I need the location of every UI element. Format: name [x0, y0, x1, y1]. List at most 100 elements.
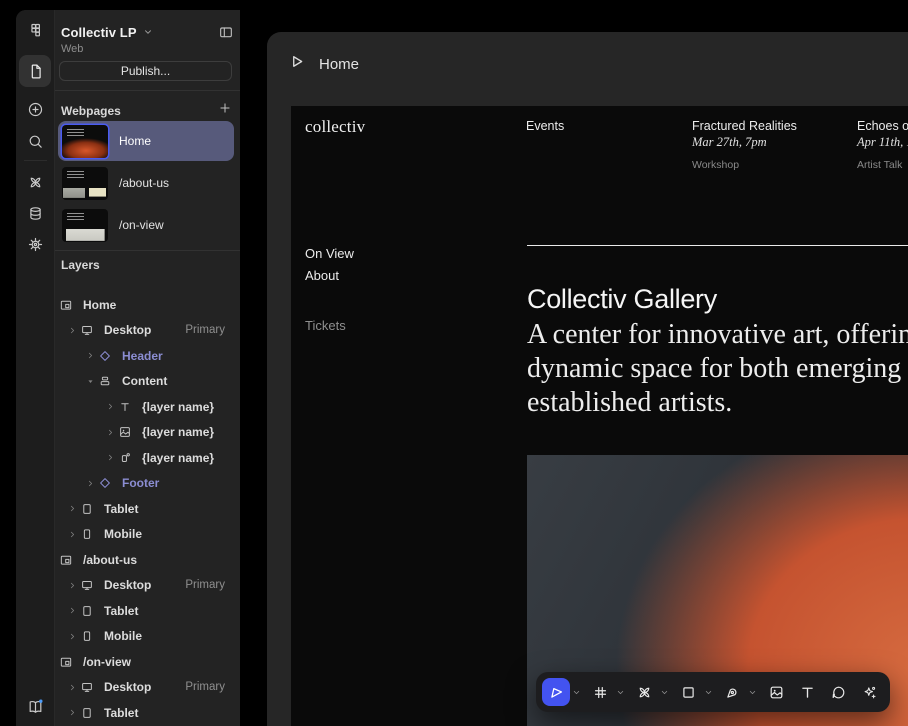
layer-row-mobile[interactable]: Mobile — [55, 522, 240, 548]
layer-row-tablet[interactable]: Tablet — [55, 598, 240, 624]
page-thumbnail[interactable] — [62, 209, 108, 242]
layer-row-desktop[interactable]: DesktopPrimary — [55, 573, 240, 599]
chevron-right-icon[interactable] — [83, 479, 97, 488]
chevron-right-icon[interactable] — [65, 504, 79, 513]
expand-triangle-icon[interactable] — [83, 377, 97, 386]
select-tool-menu-chevron[interactable] — [570, 688, 583, 697]
frame-icon — [592, 684, 609, 701]
shape-tool-button[interactable] — [674, 678, 702, 706]
layer-row-footer[interactable]: Footer — [55, 471, 240, 497]
layer-label: Mobile — [104, 629, 142, 643]
layer-label: Home — [83, 298, 116, 312]
cms-button[interactable] — [19, 197, 51, 229]
canvas[interactable]: Home collectiv Events Fractured Realitie… — [267, 32, 908, 726]
learn-updates-button[interactable] — [19, 690, 51, 722]
layers-title: Layers — [61, 258, 100, 272]
layer-label: Tablet — [104, 706, 138, 720]
canvas-page-header: Home — [287, 50, 359, 78]
ticker-layer-icon — [117, 451, 133, 465]
chevron-right-icon[interactable] — [65, 326, 79, 335]
page-thumbnail[interactable] — [62, 167, 108, 200]
page-thumbnail[interactable] — [62, 125, 108, 158]
draw-tool-menu-chevron[interactable] — [746, 688, 759, 697]
shape-tool-menu-chevron[interactable] — [702, 688, 715, 697]
comment-icon — [830, 684, 847, 701]
plugins-icon — [636, 684, 653, 701]
webpage-row-about-us[interactable]: /about-us — [58, 163, 234, 203]
site-heading: Collectiv Gallery — [527, 284, 717, 315]
layer-row-on-view[interactable]: /on-view — [55, 649, 240, 675]
chevron-right-icon[interactable] — [103, 402, 117, 411]
chevron-right-icon[interactable] — [103, 428, 117, 437]
layer-row-tablet[interactable]: Tablet — [55, 496, 240, 522]
draw-tool-button[interactable] — [718, 678, 746, 706]
layer-row-home[interactable]: Home — [55, 292, 240, 318]
layer-row-content[interactable]: Content — [55, 369, 240, 395]
play-icon — [287, 52, 306, 76]
project-header: Collectiv LP Web — [61, 24, 234, 55]
chevron-right-icon[interactable] — [65, 708, 79, 717]
layer-row-layer-name[interactable]: {layer name} — [55, 445, 240, 471]
frame-tool-menu-chevron[interactable] — [614, 688, 627, 697]
project-platform: Web — [61, 43, 234, 55]
layer-row-desktop[interactable]: Desktop Primary — [55, 675, 240, 701]
chevron-right-icon[interactable] — [65, 632, 79, 641]
layer-row-layer-name[interactable]: {layer name} — [55, 420, 240, 446]
site-nav-on-view[interactable]: On View — [305, 242, 354, 264]
desktop-icon — [79, 680, 95, 694]
tablet-icon — [79, 604, 95, 618]
webpage-row-home[interactable]: Home — [58, 121, 234, 161]
tablet-icon — [79, 502, 95, 516]
ai-tool-button[interactable] — [855, 678, 883, 706]
framer-logo-icon[interactable] — [19, 14, 51, 46]
layer-row-tablet[interactable]: Tablet — [55, 700, 240, 726]
layer-row-layer-name[interactable]: {layer name} — [55, 394, 240, 420]
comment-tool-button[interactable] — [824, 678, 852, 706]
publish-button[interactable]: Publish... — [59, 61, 232, 81]
plus-icon — [218, 101, 232, 120]
chevron-right-icon[interactable] — [65, 581, 79, 590]
component-icon — [97, 349, 113, 363]
webpages-list: Home/about-us/on-view — [58, 121, 234, 247]
layer-row-mobile[interactable]: Mobile — [55, 624, 240, 650]
layer-label: Desktop — [104, 680, 151, 694]
sidebar-toggle-icon[interactable] — [218, 24, 234, 40]
component-icon — [97, 476, 113, 490]
layer-row-desktop[interactable]: DesktopPrimary — [55, 318, 240, 344]
settings-button[interactable] — [19, 228, 51, 260]
search-button[interactable] — [19, 125, 51, 157]
frame-tool-button[interactable] — [586, 678, 614, 706]
webpage-icon — [58, 298, 74, 312]
site-description: A center for innovative art, offeringdyn… — [527, 318, 908, 420]
layer-label: Header — [122, 349, 163, 363]
media-tool-button[interactable] — [762, 678, 790, 706]
preview-play-button[interactable] — [287, 52, 306, 76]
primary-badge: Primary — [185, 681, 225, 693]
project-name[interactable]: Collectiv LP — [61, 25, 137, 40]
chevron-right-icon[interactable] — [65, 683, 79, 692]
plugins-button[interactable] — [19, 166, 51, 198]
text-tool-button[interactable] — [793, 678, 821, 706]
site-nav-tickets[interactable]: Tickets — [305, 314, 354, 336]
chevron-right-icon[interactable] — [65, 530, 79, 539]
plugins-tool-menu-chevron[interactable] — [658, 688, 671, 697]
add-page-button[interactable] — [218, 101, 232, 120]
chevron-right-icon[interactable] — [103, 453, 117, 462]
chevron-down-icon[interactable] — [143, 27, 153, 37]
chevron-right-icon[interactable] — [65, 606, 79, 615]
chevron-right-icon[interactable] — [83, 351, 97, 360]
insert-button[interactable] — [19, 93, 51, 125]
media-icon — [768, 684, 785, 701]
select-tool-button[interactable] — [542, 678, 570, 706]
plugins-tool-button[interactable] — [630, 678, 658, 706]
layer-label: {layer name} — [142, 425, 214, 439]
site-nav-about[interactable]: About — [305, 264, 354, 286]
layer-row-header[interactable]: Header — [55, 343, 240, 369]
description-line: dynamic space for both emerging — [527, 352, 908, 386]
home-page-frame[interactable]: collectiv Events Fractured RealitiesMar … — [291, 106, 908, 726]
webpage-row-on-view[interactable]: /on-view — [58, 205, 234, 245]
layer-label: Footer — [122, 476, 159, 490]
layer-row-about-us[interactable]: /about-us — [55, 547, 240, 573]
canvas-page-title[interactable]: Home — [319, 56, 359, 73]
pages-panel-button[interactable] — [19, 55, 51, 87]
